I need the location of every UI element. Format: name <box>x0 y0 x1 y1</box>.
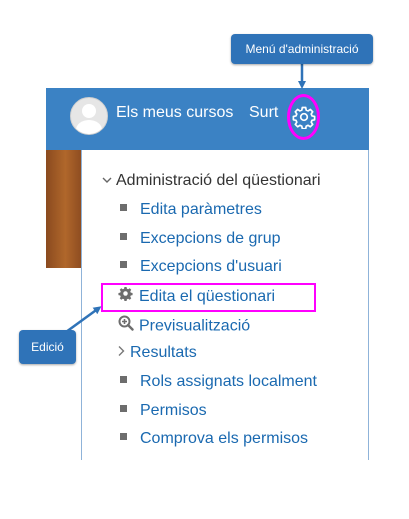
admin-menu-callout: Menú d'administració <box>231 34 373 64</box>
callout-arrows <box>65 64 306 334</box>
edit-callout-arrow <box>65 306 102 334</box>
edit-callout: Edició <box>19 330 76 364</box>
